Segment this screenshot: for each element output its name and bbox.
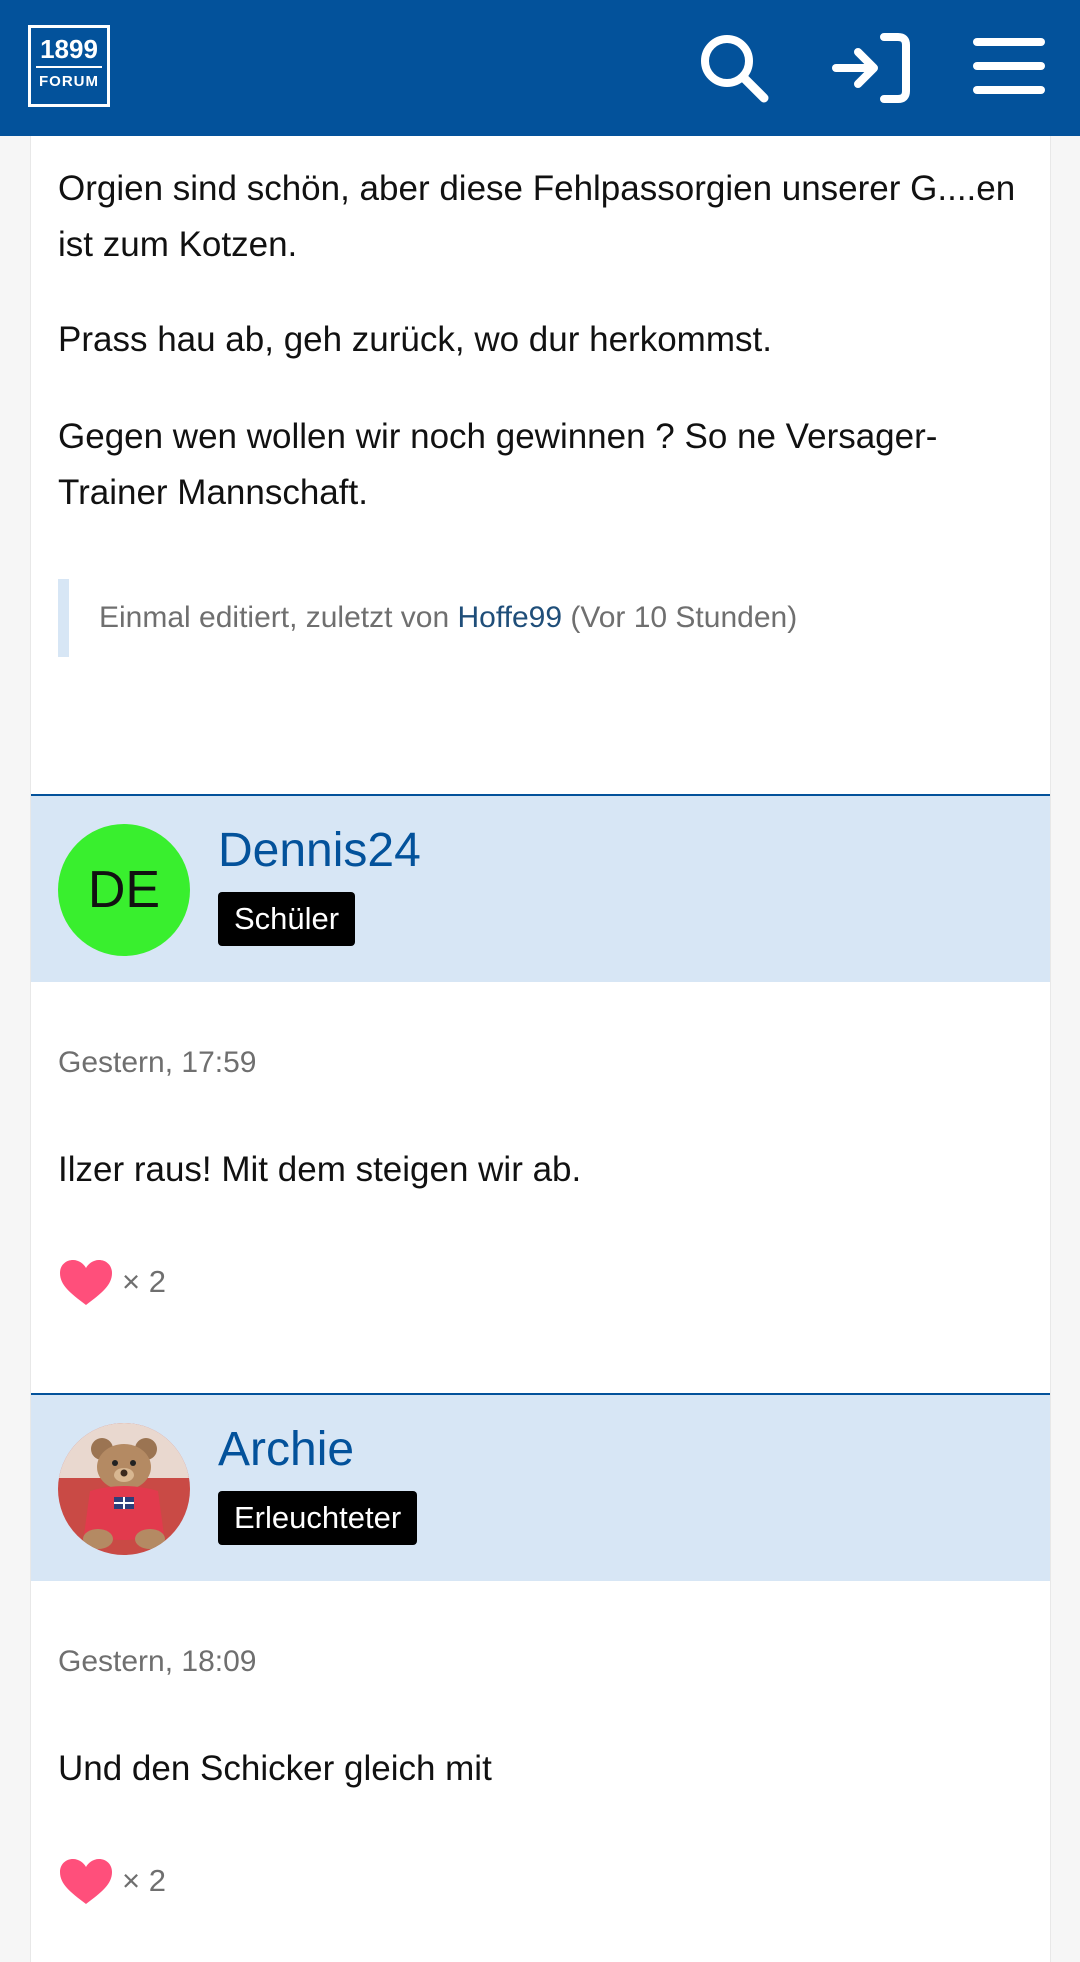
post-author-header: DE Dennis24 Schüler bbox=[31, 794, 1050, 982]
rank-badge: Erleuchteter bbox=[218, 1491, 418, 1545]
post-time[interactable]: Gestern, 17:59 bbox=[58, 1043, 256, 1083]
reaction-count: × 2 bbox=[122, 1264, 166, 1299]
post-author-header: Archie Erleuchteter bbox=[31, 1393, 1050, 1581]
edit-note-suffix: (Vor 10 Stunden) bbox=[562, 601, 798, 634]
teddy-bear-avatar-icon bbox=[58, 1423, 190, 1555]
username-link[interactable]: Dennis24 bbox=[218, 822, 421, 880]
post-time[interactable]: Gestern, 18:09 bbox=[58, 1642, 256, 1682]
forum-logo[interactable]: 1899 FORUM bbox=[28, 25, 110, 107]
edit-note-user-link[interactable]: Hoffe99 bbox=[458, 601, 563, 634]
heart-icon bbox=[60, 1859, 112, 1904]
username-link[interactable]: Archie bbox=[218, 1421, 354, 1479]
logo-word: FORUM bbox=[36, 66, 102, 96]
heart-icon bbox=[60, 1260, 112, 1305]
post-paragraph: Gegen wen wollen wir noch gewinnen ? So … bbox=[58, 417, 938, 512]
menu-button[interactable] bbox=[969, 28, 1049, 108]
avatar[interactable]: DE bbox=[58, 824, 190, 956]
top-bar: 1899 FORUM bbox=[0, 0, 1080, 136]
rank-badge: Schüler bbox=[218, 892, 356, 946]
thread-content: Orgien sind schön, aber diese Fehlpassor… bbox=[30, 136, 1051, 1962]
search-icon bbox=[701, 35, 769, 103]
post-paragraph: Prass hau ab, geh zurück, wo dur herkomm… bbox=[58, 320, 772, 359]
search-button[interactable] bbox=[694, 28, 774, 108]
login-button[interactable] bbox=[832, 28, 912, 108]
post-paragraph: Orgien sind schön, aber diese Fehlpassor… bbox=[58, 169, 1016, 264]
logo-year: 1899 bbox=[40, 34, 98, 64]
menu-icon bbox=[973, 38, 1045, 94]
post-text: Und den Schicker gleich mit bbox=[58, 1749, 492, 1788]
edit-note: Einmal editiert, zuletzt von Hoffe99 (Vo… bbox=[58, 579, 1018, 657]
login-icon bbox=[832, 33, 910, 103]
reaction-count: × 2 bbox=[122, 1863, 166, 1898]
avatar[interactable] bbox=[58, 1423, 190, 1555]
post-text: Ilzer raus! Mit dem steigen wir ab. bbox=[58, 1150, 582, 1189]
edit-note-prefix: Einmal editiert, zuletzt von bbox=[99, 601, 458, 634]
